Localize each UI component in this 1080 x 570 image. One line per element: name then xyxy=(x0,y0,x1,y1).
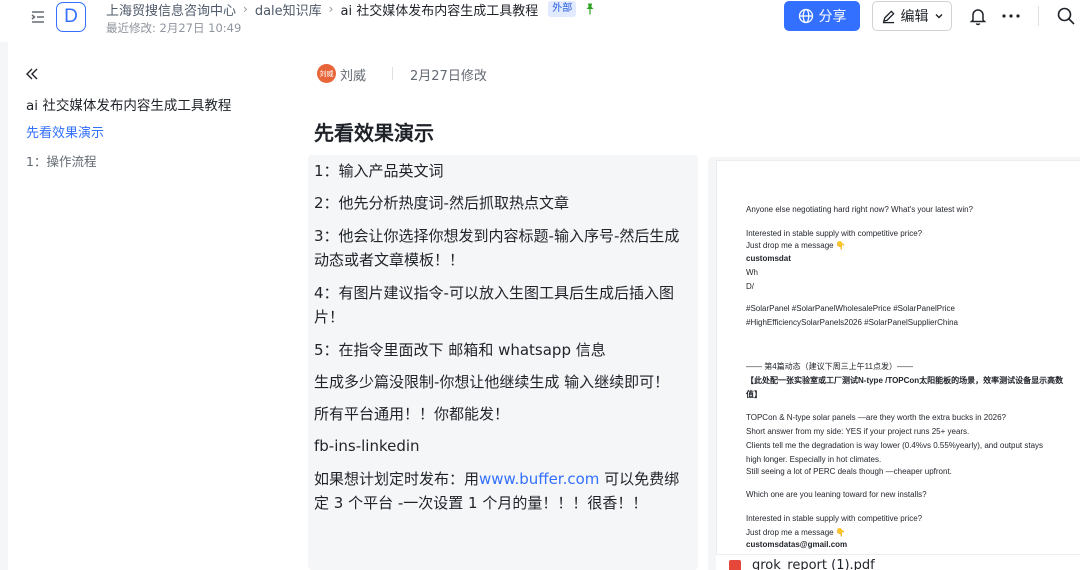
image-preview-line: Wh xyxy=(746,268,758,277)
step-5-text: 5：在指令里面改下 邮箱和 whatsapp 信息 xyxy=(314,341,606,359)
image-preview-line: Anyone else negotiating hard right now? … xyxy=(746,205,973,214)
breadcrumb-item-wiki[interactable]: dale知识库 xyxy=(255,0,322,19)
pin-icon[interactable] xyxy=(584,3,596,15)
step-3-text: 3：他会让你选择你想发到内容标题-输入序号-然后生成动态或者文章模板！！ xyxy=(314,227,680,269)
section-heading: 先看效果演示 xyxy=(314,121,434,145)
external-badge: 外部 xyxy=(548,1,577,17)
image-preview-line: —— 第4篇动态（建议下周三上午11点发）—— xyxy=(746,362,913,371)
attachment-filename[interactable]: grok_report (1).pdf xyxy=(752,558,875,570)
schedule-tip-text: 如果想计划定时发布：用www.buffer.com 可以免费绑定 3 个平台 -… xyxy=(314,467,694,515)
image-preview-line: customsdat xyxy=(746,254,791,263)
step-2-text: 2：他先分析热度词-然后抓取热点文章 xyxy=(314,194,569,212)
share-button[interactable]: 分享 xyxy=(784,1,860,31)
pencil-icon xyxy=(882,9,895,23)
globe-icon xyxy=(798,8,813,24)
step-1-text: 1：输入产品英文词 xyxy=(314,162,444,180)
header-divider xyxy=(1038,6,1039,26)
sidebar-toggle-icon[interactable] xyxy=(28,7,48,27)
breadcrumb-item-document: ai 社交媒体发布内容生成工具教程 xyxy=(340,3,539,19)
image-preview-line: 值】 xyxy=(746,390,762,399)
space-logo[interactable]: D xyxy=(56,2,86,32)
chevron-right-icon: › xyxy=(328,2,334,16)
platforms-list-text: fb-ins-linkedin xyxy=(314,437,420,455)
image-preview-line: Just drop me a message 👇 xyxy=(746,241,846,250)
schedule-tip-prefix: 如果想计划定时发布：用 xyxy=(314,470,480,488)
image-preview-line: customsdatas@gmail.com xyxy=(746,540,848,549)
left-edge-strip xyxy=(0,0,8,570)
image-preview-line: #SolarPanel #SolarPanelWholesalePrice #S… xyxy=(746,304,956,313)
image-preview-line: Short answer from my side: YES if your p… xyxy=(746,427,970,436)
outline-item-operation-flow[interactable]: 1：操作流程 xyxy=(26,151,96,170)
edit-button-label: 编辑 xyxy=(900,9,929,25)
more-icon[interactable] xyxy=(1000,6,1022,26)
image-preview-line: Still seeing a lot of PERC deals though … xyxy=(746,467,952,476)
all-platforms-text: 所有平台通用！！你都能发！ xyxy=(314,405,510,423)
chevron-right-icon: › xyxy=(243,2,248,16)
author-name[interactable]: 刘威 xyxy=(340,65,366,84)
image-preview-line: #HighEfficiencySolarPanels2026 #SolarPan… xyxy=(746,318,958,327)
chevron-down-icon xyxy=(935,14,942,19)
image-preview-line: Interested in stable supply with competi… xyxy=(746,229,923,238)
last-modified-text: 最近修改: 2月27日 10:49 xyxy=(106,21,242,35)
avatar[interactable]: 刘威 xyxy=(317,64,336,83)
outline-item-effect-demo[interactable]: 先看效果演示 xyxy=(26,122,104,141)
bell-icon[interactable] xyxy=(968,6,988,26)
breadcrumb: 上海贸搜信息咨询中心 › dale知识库 › ai 社交媒体发布内容生成工具教程… xyxy=(106,0,596,19)
collapse-outline-icon[interactable] xyxy=(24,66,40,82)
image-preview-line: high longer. Especially in hot climates. xyxy=(746,455,882,464)
image-preview-line: D/ xyxy=(746,282,754,291)
unlimited-text: 生成多少篇没限制-你想让他继续生成 输入继续即可！ xyxy=(314,373,670,391)
pdf-file-icon xyxy=(729,560,741,570)
image-preview-line: Just drop me a message 👇 xyxy=(746,528,846,537)
image-preview-line: Interested in stable supply with competi… xyxy=(746,514,923,523)
image-preview-line: 【此处配一张实验室或工厂测试N-type /TOPCon太阳能板的场景，效率测试… xyxy=(746,376,1064,385)
author-divider xyxy=(392,67,393,80)
image-preview-line: Clients tell me the degradation is way l… xyxy=(746,441,1044,450)
outline-doc-title[interactable]: ai 社交媒体发布内容生成工具教程 xyxy=(26,94,231,114)
step-4-text: 4：有图片建议指令-可以放入生图工具后生成后插入图片！ xyxy=(314,284,674,326)
modified-date: 2月27日修改 xyxy=(410,69,487,84)
image-preview-line: Which one are you leaning toward for new… xyxy=(746,490,927,499)
search-icon[interactable] xyxy=(1056,6,1076,26)
breadcrumb-item-org[interactable]: 上海贸搜信息咨询中心 xyxy=(106,0,236,19)
edit-button[interactable]: 编辑 xyxy=(872,1,952,31)
buffer-link[interactable]: www.buffer.com xyxy=(479,470,599,488)
share-button-label: 分享 xyxy=(818,9,847,25)
image-preview-line: TOPCon & N-type solar panels —are they w… xyxy=(746,413,1006,422)
